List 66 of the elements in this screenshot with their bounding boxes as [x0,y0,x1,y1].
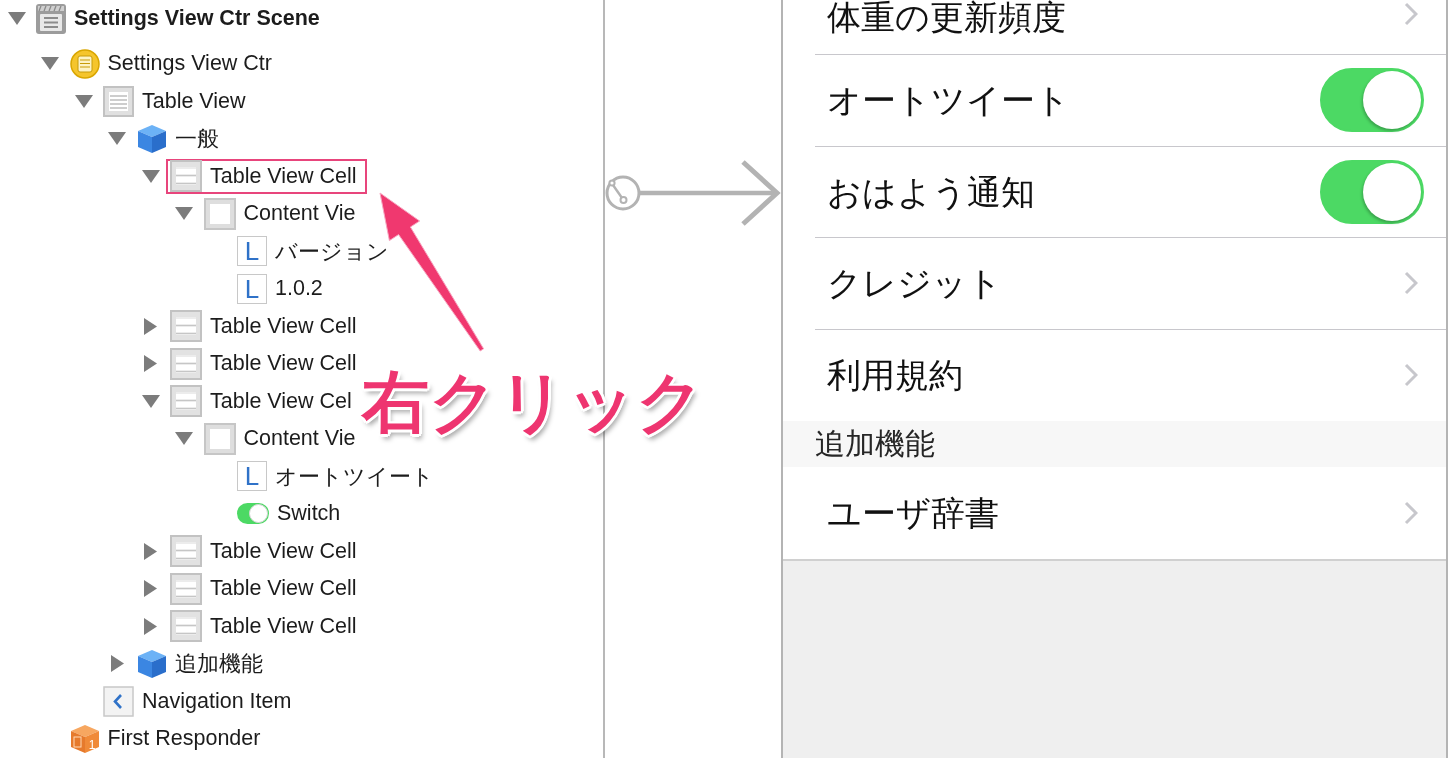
tree-item-label[interactable]: Switch [277,501,341,527]
disclosure-triangle-icon[interactable] [141,394,160,408]
disclosure-triangle-icon[interactable] [175,432,193,446]
tree-item-label[interactable]: Table View Cell [210,576,357,602]
disclosure-triangle-icon[interactable] [144,317,157,335]
disclosure-triangle-icon[interactable] [108,132,126,146]
clapperboard-icon [36,3,66,34]
tree-item-label[interactable]: Table View Cell [210,351,357,377]
disclosure-triangle-icon[interactable] [144,580,157,598]
tree-item-label[interactable]: Table View Cell [210,313,357,339]
cell-icon [170,385,202,418]
disclosure-triangle-icon[interactable] [7,12,26,25]
document-circle-icon [69,48,100,79]
disclosure-triangle-icon[interactable] [74,94,93,108]
letter-box-icon: L [237,273,267,304]
tree-item-label[interactable]: 1.0.2 [275,276,323,302]
list-icon [103,85,134,117]
tree-item-label[interactable]: Navigation Item [142,688,292,714]
disclosure-triangle-icon[interactable] [110,655,124,673]
back-chevron-icon [103,685,134,717]
chevron-icon [1404,500,1418,525]
chevron-icon [1404,2,1418,26]
cell-label: 利用規約 [827,358,963,393]
tree-item-label[interactable]: Table View Cell [210,613,357,639]
cell-label: おはよう通知 [827,174,1035,209]
cell-icon [170,160,202,193]
tree-item-label[interactable]: Content Vie [243,201,356,227]
cell-label: オートツイート [827,83,1070,118]
cube-icon [136,648,167,679]
cell-icon [170,347,202,380]
cube-icon [136,123,167,154]
tree-item-label[interactable]: Table View Cell [210,538,357,564]
disclosure-triangle-icon[interactable] [41,57,59,71]
tree-item-label[interactable]: Settings View Ctr [107,51,272,77]
disclosure-triangle-icon[interactable] [144,617,157,635]
tree-item-label[interactable]: Content Vie [243,426,356,452]
disclosure-triangle-icon[interactable] [144,355,157,373]
tree-item-label[interactable]: Settings View Ctr Scene [74,6,320,31]
cell-label: クレジット [827,266,1002,301]
chevron-icon [1404,363,1418,388]
cell-label: ユーザ辞書 [827,495,999,530]
disclosure-triangle-icon[interactable] [141,169,160,183]
cell-icon [170,535,202,568]
disclosure-triangle-icon[interactable] [144,542,157,560]
tree-item-label[interactable]: オートツイート [275,461,434,491]
tree-item-label[interactable]: Table View [142,88,246,114]
cell-icon [170,572,202,605]
chevron-icon [1404,271,1418,296]
tree-item-label[interactable]: First Responder [107,726,261,752]
disclosure-triangle-icon[interactable] [175,207,193,221]
section-header: 追加機能 [815,429,935,459]
letter-box-icon: L [237,461,267,492]
tree-item-label[interactable]: Table View Cell [210,163,357,189]
letter-box-icon: L [237,236,267,267]
cell-label: 体重の更新頻度 [827,0,1066,34]
toggle-icon [237,503,269,525]
tree-item-label[interactable]: Table View Cel [210,388,352,414]
square-icon [203,422,236,455]
callout-text: 右クリック [362,368,705,435]
cell-icon [170,310,202,343]
cell-icon [170,610,202,643]
tree-item-label[interactable]: 追加機能 [174,649,263,679]
tree-item-label[interactable]: 一般 [174,124,219,154]
square-icon [203,197,236,230]
segue-icon[interactable] [605,175,641,211]
tree-item-label[interactable]: バージョン [275,236,389,266]
